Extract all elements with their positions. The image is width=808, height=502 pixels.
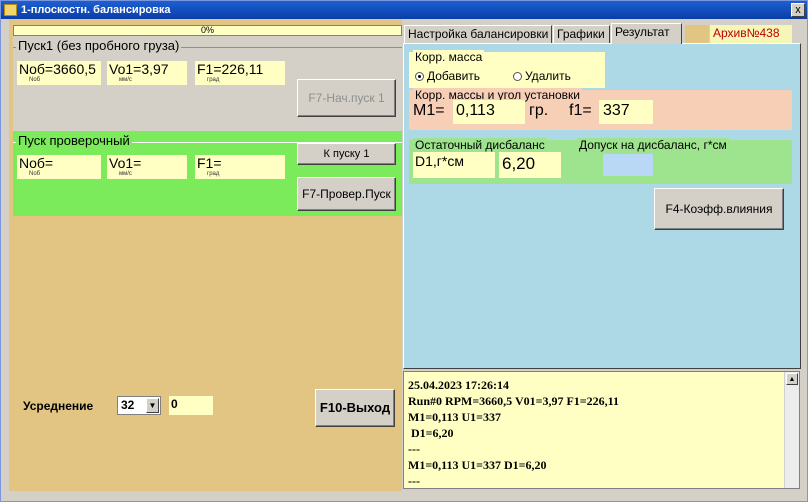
residual-group: Остаточный дисбаланс Допуск на дисбаланс… (409, 138, 792, 184)
log-line: M1=0,113 U1=337 (408, 410, 502, 424)
log-line: 25.04.2023 17:26:14 (408, 378, 509, 392)
averaging-label: Усреднение (23, 399, 94, 413)
f1-label: f1= (569, 102, 592, 119)
radio-remove[interactable]: Удалить (513, 69, 571, 83)
averaging-counter: 0 (169, 396, 213, 415)
run1-rpm-value: 3660,5 (53, 61, 96, 77)
result-panel: Корр. масса Добавить Удалить Корр. массы… (403, 43, 801, 369)
log-line: D1=6,20 (408, 426, 454, 440)
run1-rpm-label: Nоб= (19, 61, 54, 77)
run1-velocity-label: Vo1= (109, 61, 142, 77)
progress-bar: 0% (13, 25, 402, 36)
check-velocity-unit: мм/с (119, 171, 132, 177)
corr-mass-group: Корр. масса Добавить Удалить (409, 50, 605, 88)
check-velocity-field: Vo1= мм/с (107, 155, 187, 179)
run1-velocity-value: 3,97 (141, 61, 169, 77)
check-run-group: Пуск проверочный Nоб= Nоб Vo1= мм/с F1= … (13, 131, 404, 216)
run1-phase-field: F1=226,11 град (195, 61, 285, 85)
radio-remove-label: Удалить (525, 69, 571, 83)
log-line: M1=0,113 U1=337 D1=6,20 (408, 458, 547, 472)
tab-balancing-settings[interactable]: Настройка балансировки (404, 25, 552, 43)
check-velocity-label: Vo1= (109, 155, 142, 171)
check-run-title: Пуск проверочный (16, 133, 132, 148)
run1-phase-value: 226,11 (221, 61, 264, 77)
log-line: --- (408, 474, 420, 488)
app-window: 1-плоскостн. балансировка x 0% Пуск1 (бе… (0, 0, 808, 502)
residual-title: Остаточный дисбаланс (413, 138, 547, 152)
run1-phase-unit: град (207, 77, 220, 83)
check-phase-label: F1= (197, 155, 222, 171)
radio-add-indicator[interactable] (415, 72, 424, 81)
run1-title: Пуск1 (без пробного груза) (16, 38, 182, 53)
log-output[interactable]: 25.04.2023 17:26:14 Run#0 RPM=3660,5 V01… (403, 371, 800, 489)
check-phase-field: F1= град (195, 155, 285, 179)
m1-label: M1= (413, 102, 445, 119)
check-phase-unit: град (207, 171, 220, 177)
d1-value: 6,20 (499, 152, 561, 178)
influence-coef-button[interactable]: F4-Коэфф.влияния (654, 188, 784, 230)
run1-rpm-field: Nоб=3660,5 Nоб (17, 61, 101, 85)
right-pane: Настройка балансировки Графики Результат… (402, 19, 802, 489)
chevron-down-icon[interactable]: ▼ (146, 398, 159, 413)
m1-value: 0,113 (453, 100, 525, 124)
check-rpm-unit: Nоб (29, 171, 41, 177)
title-bar: 1-плоскостн. балансировка x (1, 1, 807, 19)
check-rpm-field: Nоб= Nоб (17, 155, 101, 179)
f1-value: 337 (599, 100, 653, 124)
run1-velocity-unit: мм/с (119, 77, 132, 83)
d1-label: D1,г*см (413, 152, 495, 178)
to-run1-button[interactable]: К пуску 1 (297, 143, 396, 165)
window-title: 1-плоскостн. балансировка (21, 4, 171, 16)
app-icon (4, 4, 17, 16)
m1-unit: гр. (529, 102, 549, 119)
log-line: Run#0 RPM=3660,5 V01=3,97 F1=226,11 (408, 394, 619, 408)
tab-result[interactable]: Результат (611, 23, 682, 44)
tolerance-title: Допуск на дисбаланс, г*см (577, 138, 729, 152)
radio-remove-indicator[interactable] (513, 72, 522, 81)
log-line: --- (408, 442, 420, 456)
radio-add-label: Добавить (427, 69, 481, 83)
left-pane: 0% Пуск1 (без пробного груза) Nоб=3660,5… (9, 19, 404, 491)
radio-add[interactable]: Добавить (415, 69, 480, 83)
run1-group: Пуск1 (без пробного груза) Nоб=3660,5 Nо… (13, 36, 404, 131)
corr-mass-title: Корр. масса (413, 50, 485, 64)
tab-charts[interactable]: Графики (553, 25, 610, 43)
tab-spacer (685, 25, 709, 43)
averaging-selected-value: 32 (121, 398, 135, 412)
start-run1-button[interactable]: F7-Нач.пуск 1 (297, 79, 396, 117)
run1-velocity-field: Vo1=3,97 мм/с (107, 61, 187, 85)
scroll-up-icon[interactable]: ▲ (786, 373, 798, 385)
log-scrollbar[interactable]: ▲ (784, 372, 799, 488)
averaging-select[interactable]: 32 ▼ (117, 396, 161, 415)
run1-rpm-unit: Nоб (29, 77, 41, 83)
check-rpm-label: Nоб= (19, 155, 54, 171)
mass-angle-group: Корр. массы и угол установки M1= 0,113 г… (409, 88, 792, 130)
tolerance-input[interactable] (603, 154, 653, 176)
exit-button[interactable]: F10-Выход (315, 389, 395, 427)
start-check-run-button[interactable]: F7-Провер.Пуск (297, 177, 396, 211)
archive-label[interactable]: Архив№438 (710, 25, 792, 43)
close-icon[interactable]: x (791, 3, 805, 17)
run1-phase-label: F1= (197, 61, 222, 77)
